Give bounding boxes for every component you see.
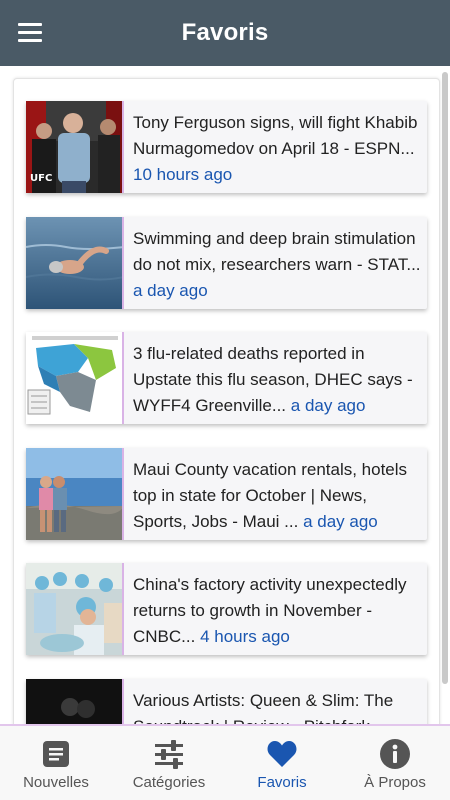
article-thumbnail [26,332,124,424]
article-card[interactable]: Swimming and deep brain stimulation do n… [26,217,427,309]
favorites-list[interactable]: UFC Tony Ferguson signs, will fight Khab… [0,66,450,724]
article-thumbnail [26,217,124,309]
nav-label: À Propos [364,774,426,791]
article-time: 4 hours ago [200,627,290,646]
cards-container: UFC Tony Ferguson signs, will fight Khab… [13,78,440,724]
sliders-icon [155,740,183,769]
nav-item-a-propos[interactable]: À Propos [339,726,450,800]
article-time: 10 hours ago [133,165,233,184]
article-card[interactable]: 3 flu-related deaths reported in Upstate… [26,332,427,424]
nav-item-favoris[interactable]: Favoris [226,726,338,800]
article-thumbnail: UFC [26,101,124,193]
svg-text:UFC: UFC [30,173,52,184]
scrollbar[interactable] [442,72,448,712]
article-thumbnail [26,448,124,540]
nav-item-categories[interactable]: Catégories [113,726,225,800]
article-title: 3 flu-related deaths reported in Upstate… [133,344,413,415]
page-title: Favoris [181,19,269,46]
nav-label: Catégories [132,774,206,791]
nav-item-nouvelles[interactable]: Nouvelles [0,726,112,800]
article-card[interactable]: Maui County vacation rentals, hotels top… [26,448,427,540]
article-thumbnail [26,679,124,724]
article-card[interactable]: Various Artists: Queen & Slim: The Sound… [26,679,427,724]
app-bar: Favoris [0,0,450,66]
article-time: a day ago [290,396,366,415]
article-card[interactable]: China's factory activity unexpectedly re… [26,563,427,655]
article-time: a day ago [303,512,378,531]
article-title: Swimming and deep brain stimulation do n… [133,229,421,274]
scrollbar-thumb[interactable] [442,72,448,684]
article-thumbnail [26,563,124,655]
article-title: Various Artists: Queen & Slim: The Sound… [133,691,394,724]
info-icon [380,739,410,769]
article-title: Tony Ferguson signs, will fight Khabib N… [133,113,418,158]
article-card[interactable]: UFC Tony Ferguson signs, will fight Khab… [26,101,427,193]
news-icon [43,741,69,767]
article-time: a day ago [133,281,208,300]
nav-label: Nouvelles [23,774,89,791]
bottom-navigation: Nouvelles Catégories Favoris À Propos [0,724,450,800]
nav-label: Favoris [257,774,307,791]
heart-icon [267,741,297,767]
